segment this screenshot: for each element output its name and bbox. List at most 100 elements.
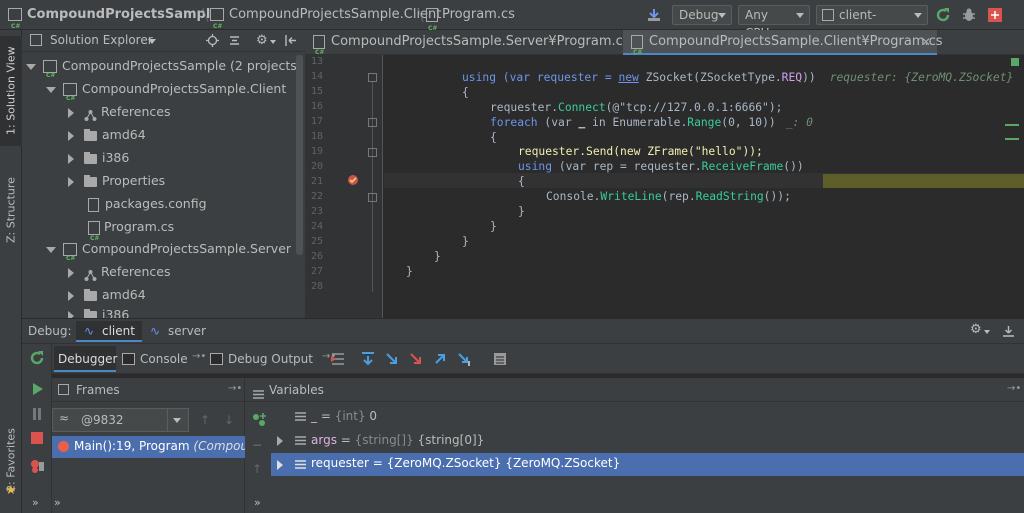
code-line-26[interactable]: } bbox=[434, 249, 441, 264]
collapse-all-icon[interactable] bbox=[228, 34, 241, 47]
code-line-23[interactable]: } bbox=[518, 204, 525, 219]
tree-item-solution[interactable]: CompoundProjectsSample (2 projects) bbox=[26, 54, 302, 87]
breadcrumb-project[interactable]: CompoundProjectsSample.Client bbox=[210, 0, 441, 42]
code-line-15[interactable]: { bbox=[462, 85, 469, 100]
tree-item-folder[interactable]: i386 bbox=[68, 146, 129, 169]
variable-row[interactable]: _ = {int} 0 bbox=[273, 407, 1024, 429]
move-up-icon[interactable]: ↑ bbox=[252, 462, 262, 476]
configuration-select[interactable]: Debug bbox=[672, 5, 732, 25]
expand-arrow-icon[interactable] bbox=[46, 246, 56, 253]
chevron-down-icon[interactable] bbox=[173, 418, 181, 423]
error-stripe-marker[interactable] bbox=[1005, 124, 1019, 126]
platform-select[interactable]: Any CPU bbox=[738, 5, 810, 40]
fold-marker-icon[interactable] bbox=[368, 118, 377, 127]
session-tab-client[interactable]: ∿ client bbox=[76, 321, 142, 342]
tree-item-file[interactable]: Program.cs bbox=[88, 215, 174, 250]
tab-server-program[interactable]: CompoundProjectsSample.Server¥Program.cs bbox=[305, 30, 630, 65]
breadcrumb-solution[interactable]: CompoundProjectsSample bbox=[8, 0, 219, 42]
gear-icon[interactable]: ⚙ bbox=[970, 322, 982, 337]
debug-bug-icon[interactable] bbox=[961, 7, 977, 23]
pause-icon[interactable] bbox=[30, 407, 44, 421]
variable-row-selected[interactable]: requester = {ZeroMQ.ZSocket} {ZeroMQ.ZSo… bbox=[271, 453, 1024, 476]
tree-item-client-project[interactable]: CompoundProjectsSample.Client bbox=[46, 77, 286, 110]
run-to-cursor-icon[interactable] bbox=[456, 351, 472, 367]
collapse-arrow-icon[interactable] bbox=[68, 267, 74, 278]
pin-icon[interactable]: →• bbox=[228, 377, 242, 401]
step-over-icon[interactable] bbox=[360, 351, 376, 367]
expand-arrow-icon[interactable] bbox=[277, 460, 283, 470]
chevron-down-icon[interactable] bbox=[270, 40, 276, 44]
fold-marker-icon[interactable] bbox=[368, 193, 377, 202]
gear-icon[interactable]: ⚙ bbox=[256, 33, 268, 48]
tab-structure[interactable]: Z: Structure bbox=[0, 165, 22, 255]
code-line-27[interactable]: } bbox=[406, 264, 413, 279]
tab-solution-view[interactable]: 1: Solution View bbox=[0, 36, 22, 146]
rerun-icon[interactable] bbox=[29, 350, 45, 366]
previous-frame-icon[interactable]: ↑ bbox=[200, 413, 210, 427]
tree-item-folder[interactable]: i386 bbox=[68, 306, 129, 318]
variable-row[interactable]: args = {string[]} {string[0]} bbox=[273, 430, 1024, 452]
step-into-icon[interactable] bbox=[384, 351, 400, 367]
solution-explorer-title[interactable]: Solution Explorer bbox=[50, 33, 153, 47]
thread-select[interactable]: ≈ @9832 bbox=[52, 408, 189, 432]
collapse-arrow-icon[interactable] bbox=[68, 290, 74, 301]
remove-watch-icon[interactable]: − bbox=[252, 438, 262, 452]
more-icon[interactable]: » bbox=[54, 496, 61, 509]
rerun-icon[interactable] bbox=[935, 7, 951, 23]
pin-icon[interactable]: →• bbox=[1007, 377, 1021, 401]
collapse-arrow-icon[interactable] bbox=[68, 130, 74, 141]
breadcrumb-file[interactable]: Program.cs bbox=[426, 0, 515, 44]
session-tab-server[interactable]: ∿ server bbox=[146, 321, 212, 342]
stop-icon[interactable] bbox=[30, 431, 44, 445]
code-line-19[interactable]: requester.Send(new ZFrame("hello")); bbox=[518, 144, 763, 159]
error-stripe-marker[interactable] bbox=[1005, 138, 1019, 140]
collapse-arrow-icon[interactable] bbox=[68, 107, 74, 118]
expand-arrow-icon[interactable] bbox=[26, 63, 36, 70]
force-step-into-icon[interactable] bbox=[408, 351, 424, 367]
evaluate-expression-icon[interactable] bbox=[492, 351, 508, 367]
tree-item-folder[interactable]: amd64 bbox=[68, 123, 146, 146]
hide-panel-icon[interactable] bbox=[284, 34, 297, 47]
solution-scrollbar[interactable] bbox=[296, 55, 303, 255]
code-line-14[interactable]: using (var requester = new ZSocket(ZSock… bbox=[462, 70, 1013, 85]
tab-debugger[interactable]: Debugger bbox=[54, 346, 117, 372]
close-icon[interactable]: ✕ bbox=[921, 30, 931, 54]
download-icon[interactable] bbox=[646, 7, 662, 23]
expand-arrow-icon[interactable] bbox=[46, 86, 56, 93]
collapse-arrow-icon[interactable] bbox=[68, 176, 74, 187]
code-line-24[interactable]: } bbox=[490, 219, 497, 234]
code-line-22[interactable]: Console.WriteLine(rep.ReadString()); bbox=[546, 189, 791, 204]
analysis-status-icon[interactable] bbox=[1011, 58, 1019, 66]
tree-item-references[interactable]: References bbox=[68, 260, 170, 283]
breakpoint-icon[interactable] bbox=[347, 174, 359, 186]
resume-icon[interactable] bbox=[30, 382, 44, 396]
tab-console[interactable]: Console →• bbox=[122, 346, 206, 372]
frame-row[interactable]: Main():19, Program (CompoundProjectsSamp… bbox=[52, 436, 245, 458]
more-icon[interactable]: » bbox=[32, 496, 39, 509]
fold-marker-icon[interactable] bbox=[368, 148, 377, 157]
hide-panel-icon[interactable] bbox=[1002, 324, 1015, 337]
more-icon[interactable]: » bbox=[254, 496, 261, 509]
tree-item-server-project[interactable]: CompoundProjectsSample.Server bbox=[46, 237, 291, 270]
locate-icon[interactable] bbox=[206, 34, 219, 47]
tab-debug-output[interactable]: Debug Output →• bbox=[210, 346, 342, 372]
tree-item-folder[interactable]: Properties bbox=[68, 169, 165, 192]
pin-icon[interactable]: →• bbox=[192, 351, 206, 362]
show-execution-point-icon[interactable] bbox=[330, 351, 346, 367]
step-out-icon[interactable] bbox=[432, 351, 448, 367]
code-line-18[interactable]: { bbox=[490, 130, 497, 145]
new-watch-icon[interactable] bbox=[251, 412, 267, 428]
code-line-17[interactable]: foreach (var _ in Enumerable.Range(0, 10… bbox=[490, 115, 813, 130]
expand-arrow-icon[interactable] bbox=[277, 436, 283, 446]
tree-item-references[interactable]: References bbox=[68, 100, 170, 123]
code-line-25[interactable]: } bbox=[462, 234, 469, 249]
chevron-down-icon[interactable] bbox=[148, 39, 156, 44]
fold-marker-icon[interactable] bbox=[368, 73, 377, 82]
code-line-16[interactable]: requester.Connect(@"tcp://127.0.0.1:6666… bbox=[490, 100, 782, 115]
next-frame-icon[interactable]: ↓ bbox=[224, 413, 234, 427]
code-line-20[interactable]: using (var rep = requester.ReceiveFrame(… bbox=[518, 159, 804, 174]
tab-client-program[interactable]: CompoundProjectsSample.Client¥Program.cs… bbox=[623, 30, 943, 65]
chevron-down-icon[interactable] bbox=[984, 330, 990, 334]
collapse-arrow-icon[interactable] bbox=[68, 310, 74, 318]
tree-item-file[interactable]: packages.config bbox=[88, 192, 207, 215]
